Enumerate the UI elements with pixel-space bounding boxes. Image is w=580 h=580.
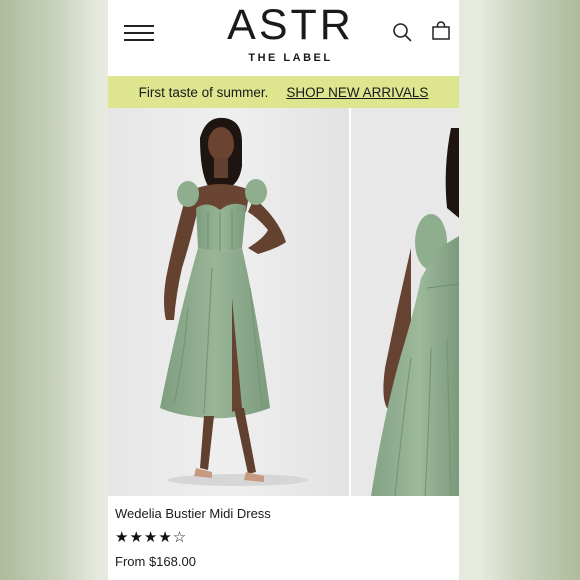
- promo-text: First taste of summer.: [138, 84, 269, 100]
- dress-detail-image: [351, 108, 459, 496]
- phone-screen: ASTR THE LABEL First taste of summer. SH…: [108, 0, 459, 580]
- brand-logo[interactable]: ASTR THE LABEL: [208, 0, 373, 64]
- logo-wordmark: ASTR: [227, 1, 354, 49]
- product-image-carousel[interactable]: [108, 108, 459, 496]
- rating-stars[interactable]: ★★★★☆: [115, 528, 455, 548]
- shopping-bag-icon[interactable]: [431, 21, 451, 41]
- menu-icon[interactable]: [124, 24, 154, 42]
- search-icon[interactable]: [392, 22, 412, 42]
- shop-new-arrivals-link[interactable]: SHOP NEW ARRIVALS: [286, 85, 428, 100]
- logo-tagline: THE LABEL: [248, 52, 333, 64]
- model-in-dress-image: [108, 108, 349, 496]
- product-image-main[interactable]: [108, 108, 349, 496]
- product-info: Wedelia Bustier Midi Dress ★★★★☆ From $1…: [115, 506, 455, 569]
- product-image-secondary[interactable]: [351, 108, 459, 496]
- site-header: ASTR THE LABEL: [108, 0, 459, 76]
- product-price: From $168.00: [115, 554, 196, 569]
- promo-banner: First taste of summer. SHOP NEW ARRIVALS: [108, 76, 459, 108]
- product-title[interactable]: Wedelia Bustier Midi Dress: [115, 506, 455, 524]
